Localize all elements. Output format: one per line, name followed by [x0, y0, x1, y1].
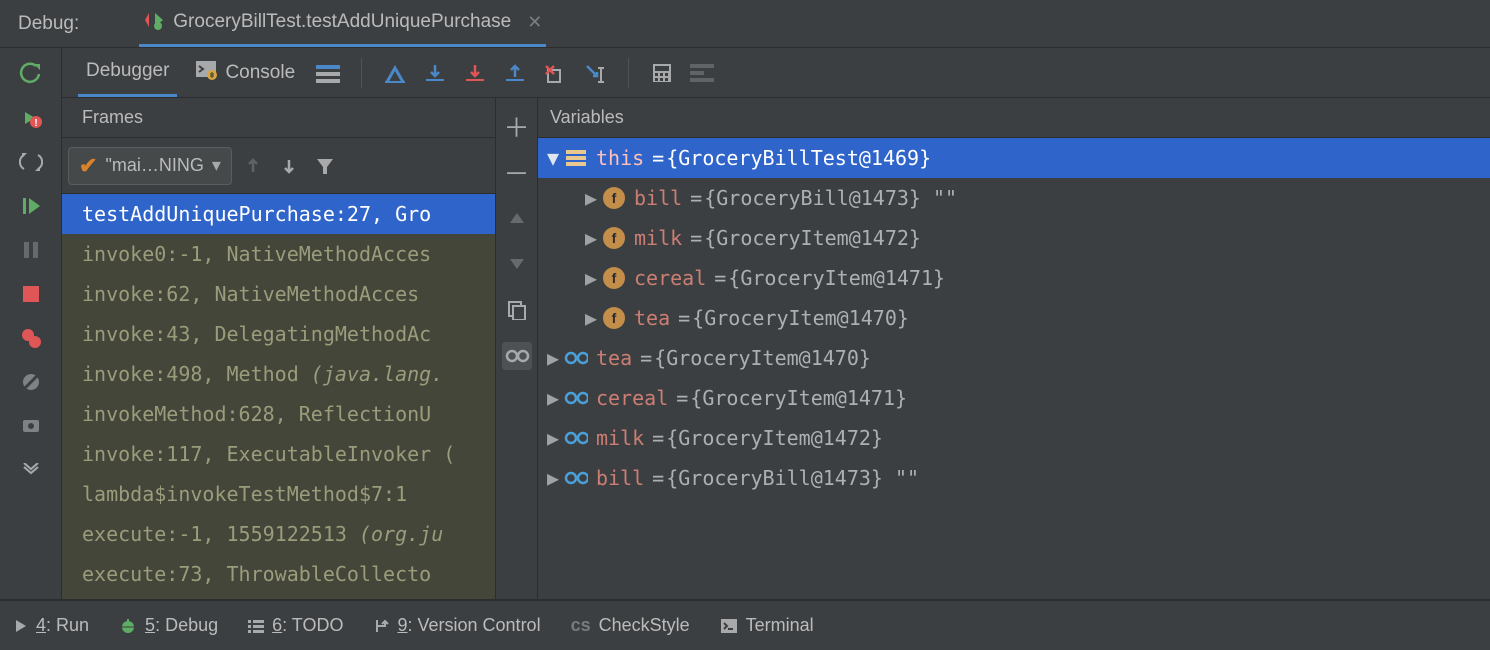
run-to-cursor-button[interactable]: [580, 58, 610, 88]
frame-row[interactable]: testAddUniquePurchase:27, Gro: [62, 194, 495, 234]
variables-header: Variables: [538, 98, 1490, 138]
svg-text:!: !: [34, 118, 37, 129]
variable-row[interactable]: ▶tea= {GroceryItem@1470}: [538, 338, 1490, 378]
close-icon[interactable]: ✕: [519, 12, 542, 33]
thread-selector[interactable]: ✔ "mai…NING ▾: [68, 147, 232, 185]
next-frame-button[interactable]: [274, 151, 304, 181]
variables-gutter: ＋ －: [496, 98, 538, 599]
move-watch-down-button[interactable]: [502, 250, 532, 278]
debug-label: Debug:: [18, 13, 139, 35]
tab-debugger[interactable]: Debugger: [78, 48, 177, 97]
get-thread-dump-button[interactable]: [16, 412, 46, 440]
variable-row[interactable]: ▶fmilk= {GroceryItem@1472}: [538, 218, 1490, 258]
rerun-button[interactable]: [16, 60, 46, 88]
toolwindow-version-control[interactable]: 9: Version Control: [373, 615, 540, 636]
step-over-button[interactable]: [420, 58, 450, 88]
drop-frame-button[interactable]: [540, 58, 570, 88]
frames-list[interactable]: testAddUniquePurchase:27, Groinvoke0:-1,…: [62, 194, 495, 599]
toggle-auto-test-button[interactable]: [16, 148, 46, 176]
branch-icon: [373, 618, 389, 634]
step-out-button[interactable]: [500, 58, 530, 88]
evaluate-expression-button[interactable]: [647, 58, 677, 88]
variables-list[interactable]: ▼this= {GroceryBillTest@1469}▶fbill= {Gr…: [538, 138, 1490, 599]
move-watch-up-button[interactable]: [502, 204, 532, 232]
prev-frame-button[interactable]: [238, 151, 268, 181]
frame-row[interactable]: execute:-1, 1559122513 (org.ju: [62, 514, 495, 554]
frame-row[interactable]: invoke0:-1, NativeMethodAcces: [62, 234, 495, 274]
variable-row[interactable]: ▶cereal= {GroceryItem@1471}: [538, 378, 1490, 418]
remove-watch-button[interactable]: －: [502, 158, 532, 186]
filter-frames-button[interactable]: [310, 151, 340, 181]
step-into-button[interactable]: [460, 58, 490, 88]
frame-row[interactable]: invoke:498, Method (java.lang.: [62, 354, 495, 394]
frame-row[interactable]: invoke:43, DelegatingMethodAc: [62, 314, 495, 354]
mute-breakpoints-button[interactable]: [16, 368, 46, 396]
frame-row[interactable]: invoke:62, NativeMethodAcces: [62, 274, 495, 314]
frames-panel: Frames ✔ "mai…NING ▾: [62, 98, 496, 599]
show-watches-button[interactable]: [502, 342, 532, 370]
play-icon: [14, 619, 28, 633]
toolwindow-todo[interactable]: 6: TODO: [248, 615, 343, 636]
checkstyle-icon: cs: [571, 615, 591, 636]
pause-button[interactable]: [16, 236, 46, 264]
toolwindow-run[interactable]: 4: Run: [14, 615, 89, 636]
variable-row[interactable]: ▶ftea= {GroceryItem@1470}: [538, 298, 1490, 338]
toolwindow-checkstyle[interactable]: cs CheckStyle: [571, 615, 690, 636]
frame-row[interactable]: invoke:117, ExecutableInvoker (: [62, 434, 495, 474]
frames-header: Frames: [62, 98, 495, 138]
debug-tab-bar: Debug: GroceryBillTest.testAddUniquePurc…: [0, 0, 1490, 48]
variable-row[interactable]: ▶fcereal= {GroceryItem@1471}: [538, 258, 1490, 298]
chevron-down-icon: ▾: [212, 155, 221, 176]
frame-row[interactable]: lambda$invokeTestMethod$7:1: [62, 474, 495, 514]
tab-title: GroceryBillTest.testAddUniquePurchase: [173, 11, 511, 33]
test-config-icon: [143, 9, 165, 36]
resume-button[interactable]: [16, 192, 46, 220]
threads-view-icon[interactable]: [313, 58, 343, 88]
variable-row[interactable]: ▶bill= {GroceryBill@1473} "": [538, 458, 1490, 498]
terminal-icon: [720, 618, 738, 634]
variable-row[interactable]: ▼this= {GroceryBillTest@1469}: [538, 138, 1490, 178]
toolwindow-debug[interactable]: 5: Debug: [119, 615, 218, 636]
more-icon[interactable]: [16, 456, 46, 484]
variable-row[interactable]: ▶milk= {GroceryItem@1472}: [538, 418, 1490, 458]
debugger-subtab-bar: Debugger Console: [62, 48, 1490, 98]
tab-console[interactable]: Console: [187, 48, 303, 97]
toolwindow-bar: 4: Run 5: Debug 6: TODO 9: Version Contr…: [0, 600, 1490, 650]
rerun-failed-button[interactable]: !: [16, 104, 46, 132]
console-icon: [195, 60, 217, 86]
frame-row[interactable]: execute:73, ThrowableCollecto: [62, 554, 495, 594]
debug-config-tab[interactable]: GroceryBillTest.testAddUniquePurchase ✕: [139, 0, 546, 47]
frame-row[interactable]: invokeMethod:628, ReflectionU: [62, 394, 495, 434]
debug-left-toolbar: !: [0, 48, 62, 599]
list-icon: [248, 619, 264, 633]
new-watch-button[interactable]: ＋: [502, 112, 532, 140]
stop-button[interactable]: [16, 280, 46, 308]
trace-current-stream-chain-button[interactable]: [687, 58, 717, 88]
duplicate-watch-button[interactable]: [502, 296, 532, 324]
variable-row[interactable]: ▶fbill= {GroceryBill@1473} "": [538, 178, 1490, 218]
variables-panel: ＋ － Variables: [496, 98, 1490, 599]
toolwindow-terminal[interactable]: Terminal: [720, 615, 814, 636]
bug-icon: [119, 617, 137, 635]
check-icon: ✔: [79, 153, 97, 179]
show-execution-point-button[interactable]: [380, 58, 410, 88]
view-breakpoints-button[interactable]: [16, 324, 46, 352]
